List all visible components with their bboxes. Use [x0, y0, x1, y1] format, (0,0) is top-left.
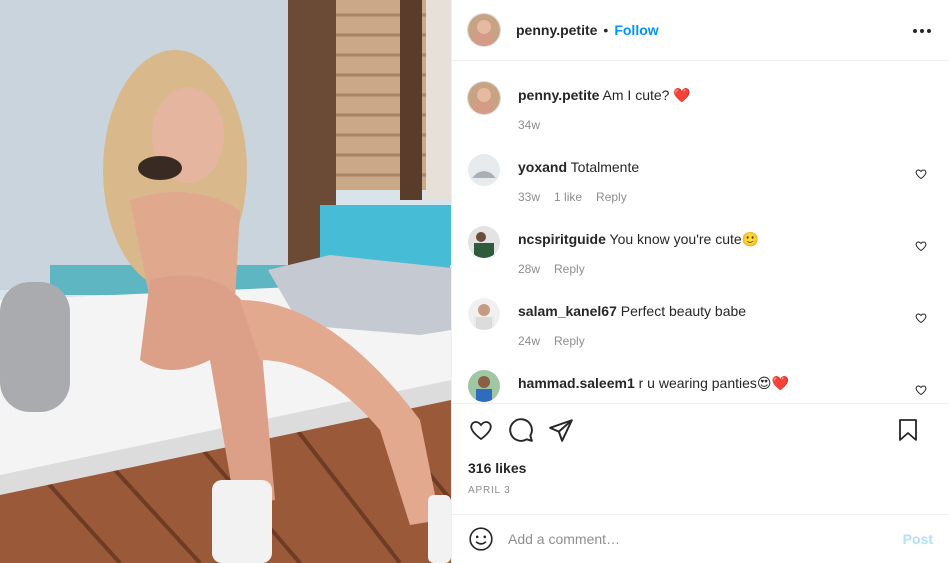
- likes-count[interactable]: 316 likes: [468, 460, 526, 476]
- add-comment-bar: Post: [452, 514, 949, 563]
- commenter-avatar[interactable]: [468, 154, 500, 186]
- comment-likes[interactable]: 1 like: [554, 190, 582, 204]
- reply-button[interactable]: Reply: [554, 334, 585, 348]
- commenter-avatar[interactable]: [468, 298, 500, 330]
- comment-item: ncspiritguide You know you're cute🙂 28w …: [468, 226, 933, 276]
- comment-username[interactable]: yoxand: [518, 159, 567, 175]
- comment-heart-icon[interactable]: [915, 168, 927, 180]
- comment-text: You know you're cute🙂: [609, 231, 760, 247]
- author-avatar[interactable]: [468, 14, 500, 46]
- reply-button[interactable]: Reply: [554, 262, 585, 276]
- post-date[interactable]: APRIL 3: [468, 485, 510, 496]
- post-modal: penny.petite • Follow penny.petite Am I …: [0, 0, 949, 563]
- comment-heart-icon[interactable]: [915, 384, 927, 396]
- more-horizontal-icon[interactable]: [913, 22, 931, 40]
- commenter-avatar[interactable]: [468, 226, 500, 258]
- comment-username[interactable]: hammad.saleem1: [518, 375, 635, 391]
- comments-list[interactable]: penny.petite Am I cute? ❤️ 34w yoxand To…: [452, 62, 949, 403]
- comment-age[interactable]: 24w: [518, 334, 540, 348]
- comment-username[interactable]: ncspiritguide: [518, 231, 606, 247]
- bookmark-icon[interactable]: [895, 417, 921, 443]
- caption-text: penny.petite Am I cute? ❤️: [518, 86, 933, 104]
- comment-bubble-icon[interactable]: [508, 417, 534, 443]
- comment-text: r u wearing panties😍❤️: [638, 375, 789, 391]
- comment-text: Totalmente: [570, 159, 640, 175]
- post-comment-button[interactable]: Post: [903, 531, 933, 547]
- post-actions: [452, 403, 949, 456]
- comment-item: hammad.saleem1 r u wearing panties😍❤️: [468, 370, 933, 402]
- add-comment-input[interactable]: [508, 531, 893, 547]
- heart-icon[interactable]: [468, 417, 494, 443]
- post-header: penny.petite • Follow: [452, 0, 949, 61]
- comment-username[interactable]: salam_kanel67: [518, 303, 617, 319]
- comment-heart-icon[interactable]: [915, 312, 927, 324]
- caption-username[interactable]: penny.petite: [518, 87, 599, 103]
- separator-dot: •: [603, 22, 609, 38]
- follow-button[interactable]: Follow: [614, 22, 658, 38]
- caption-age[interactable]: 34w: [518, 118, 540, 132]
- commenter-avatar[interactable]: [468, 370, 500, 402]
- post-sidebar: penny.petite • Follow penny.petite Am I …: [451, 0, 949, 563]
- comment-item: yoxand Totalmente 33w 1 like Reply: [468, 154, 933, 204]
- paper-plane-icon[interactable]: [548, 417, 574, 443]
- post-image: [0, 0, 451, 563]
- comment-age[interactable]: 33w: [518, 190, 540, 204]
- reply-button[interactable]: Reply: [596, 190, 627, 204]
- smiley-icon[interactable]: [468, 526, 494, 552]
- comment-heart-icon[interactable]: [915, 240, 927, 252]
- comment-text: Perfect beauty babe: [620, 303, 747, 319]
- comment-age[interactable]: 28w: [518, 262, 540, 276]
- caption-item: penny.petite Am I cute? ❤️ 34w: [468, 82, 933, 132]
- post-photo[interactable]: [0, 0, 451, 563]
- author-username[interactable]: penny.petite: [516, 22, 597, 38]
- caption-body: Am I cute? ❤️: [602, 87, 691, 103]
- comment-item: salam_kanel67 Perfect beauty babe 24w Re…: [468, 298, 933, 348]
- author-avatar[interactable]: [468, 82, 500, 114]
